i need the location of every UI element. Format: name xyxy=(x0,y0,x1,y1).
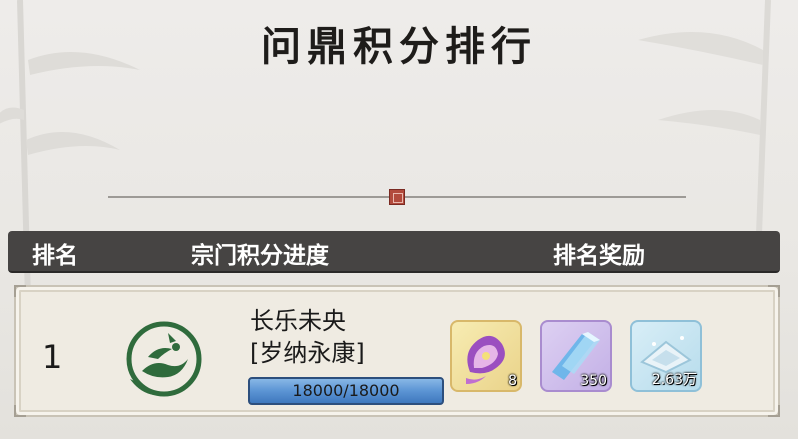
score-progress-bar: 18000/18000 xyxy=(248,377,444,405)
reward-count: 350 xyxy=(580,373,607,389)
sect-emblem-icon xyxy=(126,321,202,397)
reward-item-2[interactable]: 350 xyxy=(540,320,612,392)
page-title: 问鼎积分排行 xyxy=(261,23,537,70)
seal-ornament-icon xyxy=(389,189,405,205)
sect-name: 长乐未央 xyxy=(250,307,346,335)
rank-number: 1 xyxy=(42,338,63,376)
header-progress: 宗门积分进度 xyxy=(191,243,329,269)
frame-corner xyxy=(14,405,26,417)
sect-subtitle: [岁纳永康] xyxy=(250,339,365,367)
frame-corner xyxy=(768,285,780,297)
leaderboard-header: 排名 宗门积分进度 排名奖励 xyxy=(8,231,780,273)
frame-corner xyxy=(14,285,26,297)
header-reward: 排名奖励 xyxy=(553,243,645,269)
reward-item-1[interactable]: 8 xyxy=(450,320,522,392)
header-rank: 排名 xyxy=(32,243,78,269)
reward-count: 8 xyxy=(508,373,517,389)
reward-count: 2.63万 xyxy=(651,372,697,388)
frame-corner xyxy=(768,405,780,417)
reward-item-3[interactable]: 2.63万 xyxy=(630,320,702,392)
score-progress-text: 18000/18000 xyxy=(292,381,400,400)
